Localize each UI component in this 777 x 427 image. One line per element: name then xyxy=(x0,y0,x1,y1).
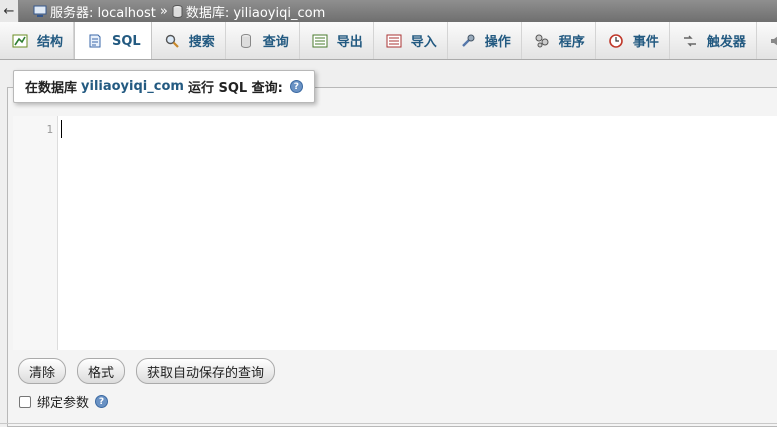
text-cursor xyxy=(61,120,62,138)
tab-import-label: 导入 xyxy=(410,35,437,50)
tab-export-label: 导出 xyxy=(336,35,363,50)
export-icon xyxy=(312,33,328,49)
format-button[interactable]: 格式 xyxy=(77,358,126,384)
database-tabs: 结构 SQL 搜索 查询 导出 导入 操作 程序 事件 触发器 xyxy=(0,22,777,60)
legend-suffix: 运行 SQL 查询: xyxy=(187,81,283,96)
legend-database-name: yiliaoyiqi_com xyxy=(81,79,184,94)
tab-query-label: 查询 xyxy=(262,35,289,50)
autosave-query-button[interactable]: 获取自动保存的查询 xyxy=(136,358,276,384)
editor-buttons: 清除 格式 获取自动保存的查询 xyxy=(18,358,286,384)
breadcrumb: ← 服务器: localhost » 数据库: yiliaoyiqi_com xyxy=(0,0,777,22)
routines-icon xyxy=(534,33,550,49)
bind-parameters-checkbox[interactable] xyxy=(19,395,31,408)
back-arrow-icon[interactable]: ← xyxy=(0,0,19,22)
line-number: 1 xyxy=(46,123,53,136)
tab-events-label: 事件 xyxy=(632,35,659,50)
help-icon[interactable]: ? xyxy=(289,80,303,93)
bind-parameters-label[interactable]: 绑定参数 xyxy=(37,392,89,411)
tab-sql[interactable]: SQL xyxy=(74,22,152,59)
tab-triggers-label: 触发器 xyxy=(706,35,746,50)
tab-structure-label: 结构 xyxy=(37,35,64,50)
breadcrumb-database-label: 数据库: yiliaoyiqi_com xyxy=(185,5,326,21)
breadcrumb-server-label: 服务器: localhost xyxy=(50,5,156,21)
tab-operations-label: 操作 xyxy=(484,35,511,50)
clear-button[interactable]: 清除 xyxy=(18,358,67,384)
triggers-icon xyxy=(682,33,698,49)
legend-prefix: 在数据库 xyxy=(25,81,78,96)
breadcrumb-server[interactable]: 服务器: localhost xyxy=(19,2,156,21)
tab-query[interactable]: 查询 xyxy=(226,22,300,59)
tab-export[interactable]: 导出 xyxy=(300,22,374,59)
server-icon xyxy=(33,5,47,17)
tab-triggers[interactable]: 触发器 xyxy=(670,22,757,59)
help-icon[interactable]: ? xyxy=(95,395,109,408)
clock-icon xyxy=(608,33,624,49)
breadcrumb-database[interactable]: 数据库: yiliaoyiqi_com xyxy=(172,2,325,21)
sql-editor-input[interactable] xyxy=(58,116,777,350)
tab-structure[interactable]: 结构 xyxy=(0,22,75,59)
tab-events[interactable]: 事件 xyxy=(596,22,670,59)
more-icon xyxy=(769,33,777,49)
tab-import[interactable]: 导入 xyxy=(374,22,448,59)
wrench-icon xyxy=(460,33,476,49)
tab-search[interactable]: 搜索 xyxy=(152,22,226,59)
breadcrumb-separator: » xyxy=(159,3,168,19)
divider xyxy=(0,423,777,424)
import-icon xyxy=(386,33,402,49)
tab-more[interactable] xyxy=(757,22,777,59)
line-number-gutter: 1 xyxy=(13,116,58,350)
tab-search-label: 搜索 xyxy=(188,35,215,50)
tab-operations[interactable]: 操作 xyxy=(448,22,522,59)
bind-parameters: 绑定参数 ? xyxy=(19,392,109,411)
sql-editor[interactable]: 1 xyxy=(13,116,777,350)
query-icon xyxy=(238,33,254,49)
tab-routines-label: 程序 xyxy=(558,35,585,50)
database-icon xyxy=(172,4,183,18)
structure-icon xyxy=(12,33,28,49)
tab-sql-label: SQL xyxy=(112,33,141,49)
sql-icon xyxy=(87,33,103,49)
search-icon xyxy=(164,33,180,49)
sql-query-legend: 在数据库 yiliaoyiqi_com 运行 SQL 查询: ? xyxy=(13,70,315,103)
tab-routines[interactable]: 程序 xyxy=(522,22,596,59)
